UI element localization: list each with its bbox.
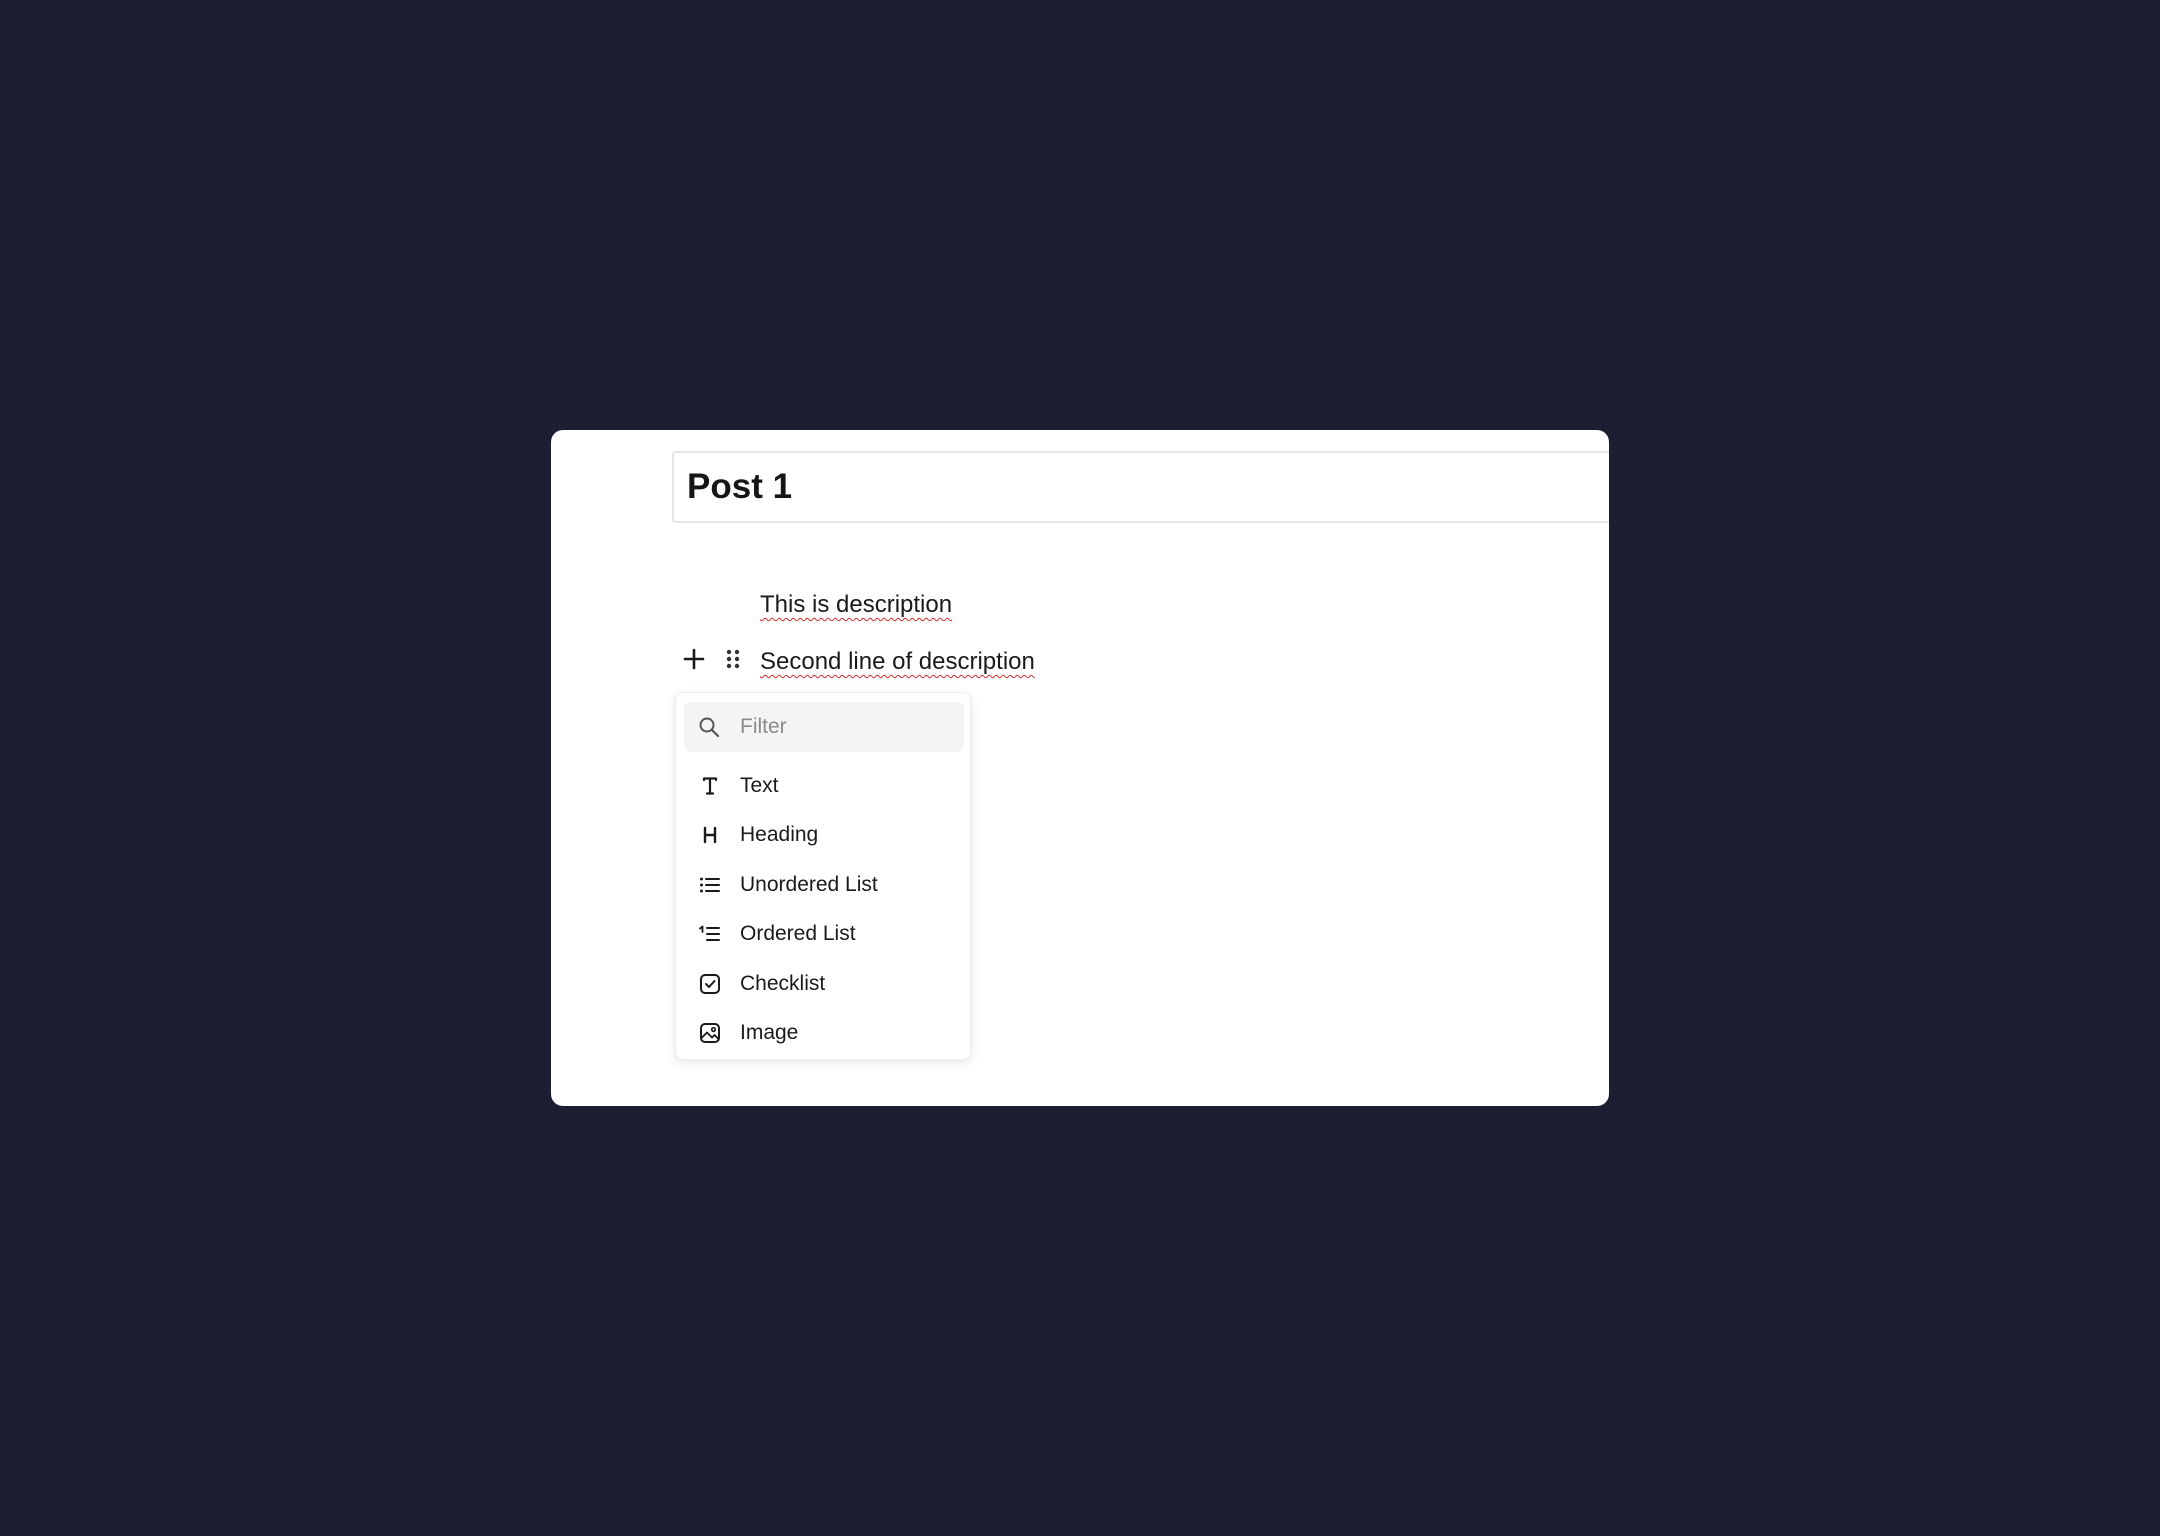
menu-item-image[interactable]: Image: [684, 1011, 964, 1055]
menu-item-label: Image: [740, 1021, 799, 1044]
ordered-list-icon: [699, 925, 720, 941]
checklist-icon: [700, 974, 720, 994]
menu-item-label: Heading: [740, 823, 819, 846]
drag-handle-icon: [726, 649, 740, 669]
plus-icon: [683, 648, 705, 670]
heading-icon: [703, 826, 717, 844]
image-icon: [700, 1023, 720, 1043]
search-icon: [699, 717, 720, 738]
menu-item-label: Text: [740, 774, 779, 797]
filter-box[interactable]: [684, 702, 964, 752]
menu-item-checklist[interactable]: Checklist: [684, 962, 964, 1006]
menu-item-label: Checklist: [740, 972, 826, 995]
description-line-1[interactable]: This is description: [760, 590, 952, 620]
post-title[interactable]: Post 1: [687, 453, 792, 521]
menu-item-label: Ordered List: [740, 922, 856, 945]
menu-item-heading[interactable]: Heading: [684, 813, 964, 857]
title-field[interactable]: Post 1: [672, 451, 1609, 523]
block-type-menu: Text Heading Unordered List Ordered List: [675, 692, 971, 1060]
add-block-button[interactable]: [681, 646, 707, 672]
description-line-2[interactable]: Second line of description: [760, 647, 1035, 677]
menu-item-ordered-list[interactable]: Ordered List: [684, 912, 964, 956]
menu-item-text[interactable]: Text: [684, 764, 964, 808]
unordered-list-icon: [700, 877, 720, 893]
editor-card: Post 1 This is description Second line o…: [551, 430, 1609, 1106]
menu-item-unordered-list[interactable]: Unordered List: [684, 863, 964, 907]
filter-input[interactable]: [740, 702, 950, 752]
drag-handle-button[interactable]: [721, 646, 745, 672]
menu-item-label: Unordered List: [740, 873, 878, 896]
text-icon: [702, 777, 718, 795]
